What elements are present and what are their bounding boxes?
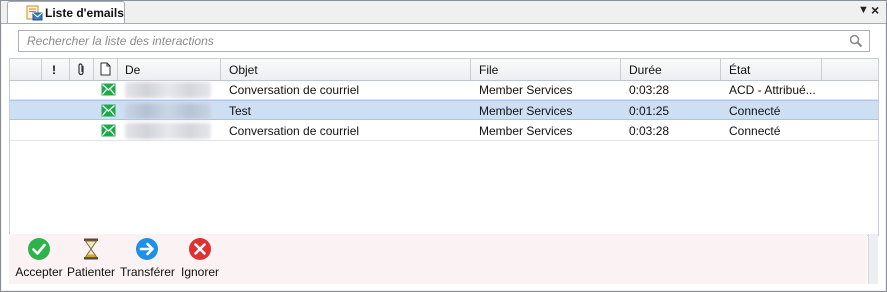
duree-header: Durée bbox=[629, 63, 662, 77]
email-list-icon bbox=[26, 5, 43, 21]
close-button[interactable]: × bbox=[871, 2, 879, 18]
attachment-icon bbox=[78, 63, 84, 76]
tab-bar: Liste d'emails ▼ × bbox=[1, 1, 886, 24]
col-priority[interactable]: ! bbox=[42, 59, 70, 80]
accept-button[interactable]: Accepter bbox=[14, 237, 64, 281]
toolbar-scrollbar[interactable] bbox=[868, 234, 878, 284]
table-row-selected[interactable]: Test Member Services 0:01:25 Connecté bbox=[10, 100, 878, 120]
row-etat: ACD - Attribué... bbox=[729, 83, 816, 97]
col-attachment[interactable] bbox=[70, 59, 94, 80]
row-file: Member Services bbox=[479, 124, 573, 138]
panel-menu-button[interactable]: ▼ bbox=[858, 4, 869, 16]
row-file: Member Services bbox=[479, 104, 573, 118]
hourglass-icon bbox=[84, 238, 98, 260]
col-document[interactable] bbox=[94, 59, 118, 80]
row-file: Member Services bbox=[479, 83, 573, 97]
sender-redacted bbox=[125, 103, 211, 119]
search-icon[interactable] bbox=[849, 34, 863, 48]
row-objet: Conversation de courriel bbox=[229, 83, 360, 97]
ignore-icon bbox=[189, 238, 211, 260]
col-objet[interactable]: Objet bbox=[221, 59, 471, 80]
col-blank bbox=[10, 59, 42, 80]
table-header: ! De Objet File Durée État bbox=[10, 59, 878, 81]
accept-label: Accepter bbox=[15, 265, 63, 279]
document-icon bbox=[100, 62, 111, 76]
row-duree: 0:01:25 bbox=[629, 104, 670, 118]
tab-title: Liste d'emails bbox=[45, 6, 124, 20]
table-row[interactable]: Conversation de courriel Member Services… bbox=[10, 121, 878, 141]
etat-header: État bbox=[729, 63, 751, 77]
email-list-window: Liste d'emails ▼ × ! bbox=[0, 0, 887, 292]
hold-label: Patienter bbox=[66, 265, 116, 279]
row-etat: Connecté bbox=[729, 124, 781, 138]
row-etat: Connecté bbox=[729, 104, 781, 118]
interactions-table: ! De Objet File Durée État Conversation … bbox=[9, 58, 879, 236]
col-file[interactable]: File bbox=[471, 59, 621, 80]
file-header: File bbox=[479, 63, 499, 77]
ignore-label: Ignorer bbox=[180, 265, 220, 279]
transfer-icon bbox=[136, 238, 158, 260]
row-duree: 0:03:28 bbox=[629, 83, 670, 97]
objet-header: Objet bbox=[229, 63, 258, 77]
accept-icon bbox=[28, 238, 50, 260]
col-duree[interactable]: Durée bbox=[621, 59, 721, 80]
row-objet: Conversation de courriel bbox=[229, 124, 360, 138]
col-etat[interactable]: État bbox=[721, 59, 822, 80]
email-icon bbox=[101, 124, 116, 137]
row-duree: 0:03:28 bbox=[629, 124, 670, 138]
search-input[interactable] bbox=[27, 34, 827, 48]
col-de[interactable]: De bbox=[118, 59, 221, 80]
action-toolbar: Accepter Patienter Transférer Ignorer bbox=[9, 234, 867, 284]
de-header: De bbox=[125, 63, 141, 77]
sender-redacted bbox=[125, 123, 211, 139]
search-box[interactable] bbox=[18, 30, 870, 52]
tab-email-list[interactable]: Liste d'emails bbox=[7, 1, 125, 23]
transfer-label: Transférer bbox=[120, 265, 175, 279]
email-icon bbox=[101, 83, 116, 96]
priority-header: ! bbox=[52, 63, 56, 77]
transfer-button[interactable]: Transférer bbox=[120, 237, 175, 281]
sender-redacted bbox=[125, 82, 211, 98]
hold-button[interactable]: Patienter bbox=[66, 237, 116, 281]
email-icon bbox=[101, 104, 116, 117]
row-objet: Test bbox=[229, 104, 252, 118]
table-row[interactable]: Conversation de courriel Member Services… bbox=[10, 80, 878, 100]
ignore-button[interactable]: Ignorer bbox=[179, 237, 221, 281]
